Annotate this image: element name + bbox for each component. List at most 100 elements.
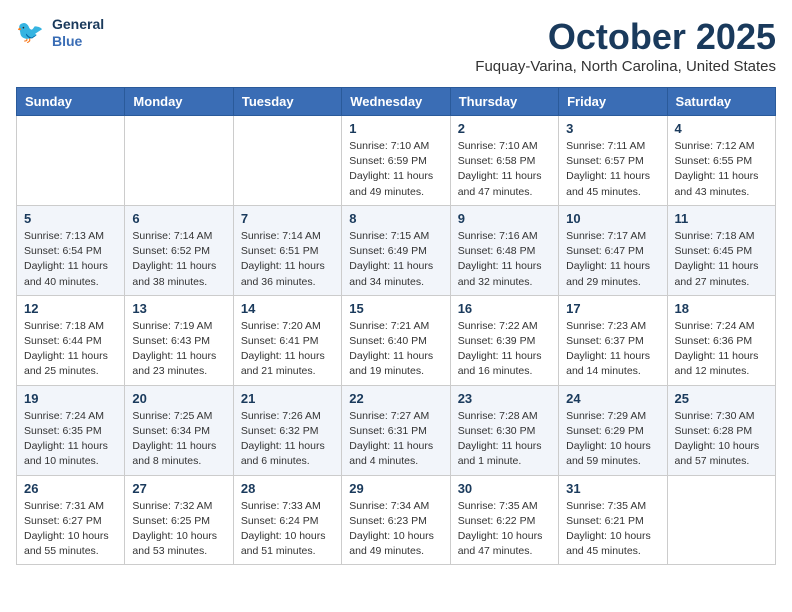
calendar-cell: 18Sunrise: 7:24 AM Sunset: 6:36 PM Dayli… <box>667 295 775 385</box>
day-number: 22 <box>349 391 442 406</box>
day-number: 23 <box>458 391 551 406</box>
weekday-header-friday: Friday <box>559 88 667 116</box>
day-number: 28 <box>241 481 334 496</box>
calendar-cell <box>667 475 775 565</box>
calendar-cell: 7Sunrise: 7:14 AM Sunset: 6:51 PM Daylig… <box>233 205 341 295</box>
day-number: 31 <box>566 481 659 496</box>
calendar-cell: 26Sunrise: 7:31 AM Sunset: 6:27 PM Dayli… <box>17 475 125 565</box>
calendar-cell: 30 Sunrise: 7:35 AM Sunset: 6:22 PM Dayli… <box>450 475 558 565</box>
day-info: Sunrise: 7:35 AM Sunset: 6:22 PM Dayligh… <box>458 499 551 560</box>
day-number: 10 <box>566 211 659 226</box>
calendar-cell: 22 Sunrise: 7:27 AM Sunset: 6:31 PM Dayli… <box>342 385 450 475</box>
calendar-cell <box>17 116 125 206</box>
day-number: 13 <box>132 301 225 316</box>
calendar-cell: 5 Sunrise: 7:13 AM Sunset: 6:54 PM Daylig… <box>17 205 125 295</box>
calendar-cell: 6 Sunrise: 7:14 AM Sunset: 6:52 PM Daylig… <box>125 205 233 295</box>
weekday-header-row: SundayMondayTuesdayWednesdayThursdayFrid… <box>17 88 776 116</box>
day-info: Sunrise: 7:34 AM Sunset: 6:23 PM Dayligh… <box>349 499 442 560</box>
day-number: 12 <box>24 301 117 316</box>
weekday-header-saturday: Saturday <box>667 88 775 116</box>
day-number: 4 <box>675 121 768 136</box>
day-number: 9 <box>458 211 551 226</box>
calendar-cell: 11Sunrise: 7:18 AM Sunset: 6:45 PM Dayli… <box>667 205 775 295</box>
calendar-cell: 29 Sunrise: 7:34 AM Sunset: 6:23 PM Dayli… <box>342 475 450 565</box>
weekday-header-wednesday: Wednesday <box>342 88 450 116</box>
location: Fuquay-Varina, North Carolina, United St… <box>475 58 776 75</box>
calendar-week-row: 26Sunrise: 7:31 AM Sunset: 6:27 PM Dayli… <box>17 475 776 565</box>
calendar-week-row: 5 Sunrise: 7:13 AM Sunset: 6:54 PM Daylig… <box>17 205 776 295</box>
day-info: Sunrise: 7:13 AM Sunset: 6:54 PM Dayligh… <box>24 229 117 290</box>
day-info: Sunrise: 7:18 AM Sunset: 6:44 PM Dayligh… <box>24 319 117 380</box>
calendar-cell: 8Sunrise: 7:15 AM Sunset: 6:49 PM Daylig… <box>342 205 450 295</box>
day-number: 30 <box>458 481 551 496</box>
calendar-cell: 15 Sunrise: 7:21 AM Sunset: 6:40 PM Dayli… <box>342 295 450 385</box>
day-number: 15 <box>349 301 442 316</box>
day-info: Sunrise: 7:18 AM Sunset: 6:45 PM Dayligh… <box>675 229 768 290</box>
logo: 🐦 General Blue <box>16 16 104 50</box>
calendar-cell: 4 Sunrise: 7:12 AM Sunset: 6:55 PM Daylig… <box>667 116 775 206</box>
svg-text:🐦: 🐦 <box>16 19 44 44</box>
calendar-cell: 25 Sunrise: 7:30 AM Sunset: 6:28 PM Dayli… <box>667 385 775 475</box>
day-info: Sunrise: 7:14 AM Sunset: 6:52 PM Dayligh… <box>132 229 225 290</box>
day-info: Sunrise: 7:33 AM Sunset: 6:24 PM Dayligh… <box>241 499 334 560</box>
day-number: 14 <box>241 301 334 316</box>
day-number: 25 <box>675 391 768 406</box>
day-number: 24 <box>566 391 659 406</box>
day-info: Sunrise: 7:28 AM Sunset: 6:30 PM Dayligh… <box>458 409 551 470</box>
title-block: October 2025 Fuquay-Varina, North Caroli… <box>475 16 776 75</box>
day-info: Sunrise: 7:26 AM Sunset: 6:32 PM Dayligh… <box>241 409 334 470</box>
calendar-cell: 2Sunrise: 7:10 AM Sunset: 6:58 PM Daylig… <box>450 116 558 206</box>
day-number: 17 <box>566 301 659 316</box>
day-number: 7 <box>241 211 334 226</box>
day-number: 26 <box>24 481 117 496</box>
day-number: 20 <box>132 391 225 406</box>
day-number: 19 <box>24 391 117 406</box>
day-number: 16 <box>458 301 551 316</box>
day-info: Sunrise: 7:35 AM Sunset: 6:21 PM Dayligh… <box>566 499 659 560</box>
calendar-cell: 27 Sunrise: 7:32 AM Sunset: 6:25 PM Dayli… <box>125 475 233 565</box>
day-info: Sunrise: 7:11 AM Sunset: 6:57 PM Dayligh… <box>566 139 659 200</box>
calendar-cell: 12 Sunrise: 7:18 AM Sunset: 6:44 PM Dayli… <box>17 295 125 385</box>
logo-icon: 🐦 <box>16 17 48 49</box>
day-number: 5 <box>24 211 117 226</box>
weekday-header-monday: Monday <box>125 88 233 116</box>
day-info: Sunrise: 7:17 AM Sunset: 6:47 PM Dayligh… <box>566 229 659 290</box>
day-info: Sunrise: 7:10 AM Sunset: 6:59 PM Dayligh… <box>349 139 442 200</box>
calendar-week-row: 1 Sunrise: 7:10 AM Sunset: 6:59 PM Daylig… <box>17 116 776 206</box>
calendar-cell: 19 Sunrise: 7:24 AM Sunset: 6:35 PM Dayli… <box>17 385 125 475</box>
calendar-cell: 24Sunrise: 7:29 AM Sunset: 6:29 PM Dayli… <box>559 385 667 475</box>
day-number: 3 <box>566 121 659 136</box>
calendar-cell: 13 Sunrise: 7:19 AM Sunset: 6:43 PM Dayli… <box>125 295 233 385</box>
day-number: 1 <box>349 121 442 136</box>
day-number: 29 <box>349 481 442 496</box>
day-info: Sunrise: 7:32 AM Sunset: 6:25 PM Dayligh… <box>132 499 225 560</box>
calendar-cell: 9Sunrise: 7:16 AM Sunset: 6:48 PM Daylig… <box>450 205 558 295</box>
day-info: Sunrise: 7:19 AM Sunset: 6:43 PM Dayligh… <box>132 319 225 380</box>
day-info: Sunrise: 7:24 AM Sunset: 6:36 PM Dayligh… <box>675 319 768 380</box>
page-header: 🐦 General Blue October 2025 Fuquay-Varin… <box>16 16 776 75</box>
day-info: Sunrise: 7:24 AM Sunset: 6:35 PM Dayligh… <box>24 409 117 470</box>
day-info: Sunrise: 7:30 AM Sunset: 6:28 PM Dayligh… <box>675 409 768 470</box>
day-number: 27 <box>132 481 225 496</box>
day-info: Sunrise: 7:25 AM Sunset: 6:34 PM Dayligh… <box>132 409 225 470</box>
calendar-cell: 17Sunrise: 7:23 AM Sunset: 6:37 PM Dayli… <box>559 295 667 385</box>
day-number: 8 <box>349 211 442 226</box>
day-info: Sunrise: 7:20 AM Sunset: 6:41 PM Dayligh… <box>241 319 334 380</box>
day-info: Sunrise: 7:21 AM Sunset: 6:40 PM Dayligh… <box>349 319 442 380</box>
day-number: 21 <box>241 391 334 406</box>
day-number: 6 <box>132 211 225 226</box>
calendar-table: SundayMondayTuesdayWednesdayThursdayFrid… <box>16 87 776 565</box>
calendar-cell <box>125 116 233 206</box>
weekday-header-thursday: Thursday <box>450 88 558 116</box>
day-info: Sunrise: 7:27 AM Sunset: 6:31 PM Dayligh… <box>349 409 442 470</box>
calendar-cell: 31 Sunrise: 7:35 AM Sunset: 6:21 PM Dayli… <box>559 475 667 565</box>
calendar-cell: 23 Sunrise: 7:28 AM Sunset: 6:30 PM Dayli… <box>450 385 558 475</box>
calendar-cell: 28 Sunrise: 7:33 AM Sunset: 6:24 PM Dayli… <box>233 475 341 565</box>
day-info: Sunrise: 7:12 AM Sunset: 6:55 PM Dayligh… <box>675 139 768 200</box>
calendar-cell <box>233 116 341 206</box>
logo-text: General Blue <box>52 16 104 50</box>
calendar-cell: 3 Sunrise: 7:11 AM Sunset: 6:57 PM Daylig… <box>559 116 667 206</box>
calendar-cell: 16Sunrise: 7:22 AM Sunset: 6:39 PM Dayli… <box>450 295 558 385</box>
day-number: 2 <box>458 121 551 136</box>
calendar-cell: 1 Sunrise: 7:10 AM Sunset: 6:59 PM Daylig… <box>342 116 450 206</box>
